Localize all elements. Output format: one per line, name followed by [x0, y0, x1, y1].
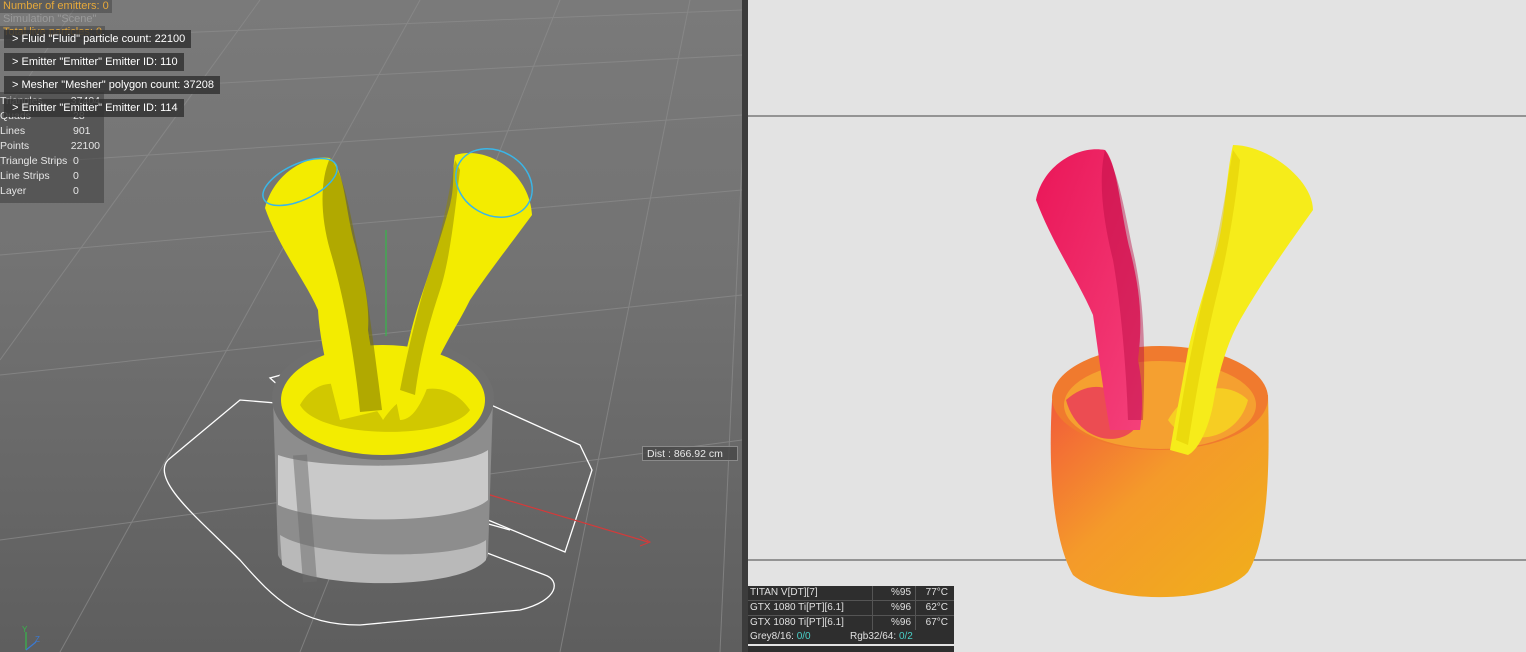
rendered-cup [1050, 346, 1269, 598]
table-row: Lines 901 [0, 124, 100, 139]
stat-value: 901 [73, 125, 91, 137]
stat-value: 0 [73, 155, 79, 167]
gpu-name: GTX 1080 Ti[PT][6.1] [750, 602, 844, 613]
cup-object[interactable] [272, 336, 494, 584]
render-image [748, 115, 1526, 598]
render-view[interactable]: TITAN V[DT][7] %95 77°C GTX 1080 Ti[PT][… [748, 0, 1526, 652]
info-row-emitter: > Emitter "Emitter" Emitter ID: 110 [4, 53, 184, 71]
memory-stats: Grey8/16: 0/0 Rgb32/64: 0/2 [748, 630, 954, 644]
gpu-name: GTX 1080 Ti[PT][6.1] [750, 617, 844, 628]
axis-z-label: Z [35, 635, 40, 644]
gpu-usage-table: TITAN V[DT][7] %95 77°C GTX 1080 Ti[PT][… [748, 586, 954, 631]
gpu-temp: 77°C [915, 586, 954, 600]
table-row: GTX 1080 Ti[PT][6.1] %96 67°C [748, 616, 954, 631]
rgb-label: Rgb32/64: [850, 631, 897, 642]
gpu-usage: %95 [872, 586, 915, 600]
rgb-value: 0/2 [898, 631, 913, 642]
stat-label: Layer [0, 185, 27, 197]
table-row: Triangle Strips 0 [0, 154, 100, 169]
gpu-usage: %96 [872, 601, 915, 615]
distance-readout: Dist : 866.92 cm [642, 446, 738, 461]
simulation-name-text: Simulation "Scene" [3, 13, 97, 25]
viewport-3d[interactable]: Number of emitters: 0 Simulation "Scene"… [0, 0, 742, 652]
memory-stats-overflow [748, 646, 954, 652]
info-row-mesher: > Mesher "Mesher" polygon count: 37208 [4, 76, 220, 94]
stat-value: 0 [73, 170, 79, 182]
stat-value: 0 [73, 185, 79, 197]
gpu-temp: 62°C [915, 601, 954, 615]
info-row-emitter: > Emitter "Emitter" Emitter ID: 114 [4, 99, 184, 117]
gpu-name: TITAN V[DT][7] [750, 587, 818, 598]
stat-label: Line Strips [0, 170, 50, 182]
x-axis-line [479, 491, 649, 543]
stat-label: Lines [0, 125, 26, 137]
table-row: GTX 1080 Ti[PT][6.1] %96 62°C [748, 601, 954, 616]
object-info-list: > Fluid "Fluid" particle count: 22100 > … [4, 30, 220, 122]
stat-label: Triangle Strips [0, 155, 68, 167]
grey-value: 0/0 [796, 631, 811, 642]
axis-y-label: Y [22, 625, 28, 634]
table-row: Layer 0 [0, 184, 100, 199]
stat-value: 22100 [70, 140, 100, 152]
table-row: Line Strips 0 [0, 169, 100, 184]
axis-gizmo: Y Z [22, 625, 40, 651]
grey-label: Grey8/16: [750, 631, 794, 642]
gpu-usage: %96 [872, 616, 915, 630]
gpu-temp: 67°C [915, 616, 954, 630]
stat-label: Points [0, 140, 30, 152]
emitter-count-text: Number of emitters: 0 [0, 0, 112, 13]
table-row: Points 22100 [0, 139, 100, 154]
info-row-fluid: > Fluid "Fluid" particle count: 22100 [4, 30, 192, 48]
table-row: TITAN V[DT][7] %95 77°C [748, 586, 954, 601]
